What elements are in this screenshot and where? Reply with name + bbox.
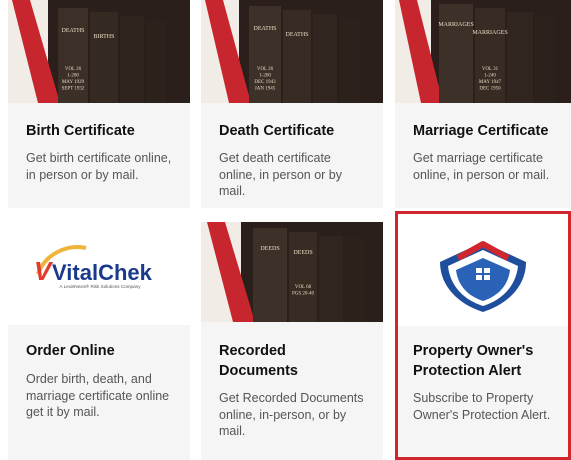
- book-label: MARRIAGES: [472, 30, 507, 36]
- vitalchek-logo-subtext: A LexisNexis® Risk Solutions Company: [59, 283, 141, 289]
- card-title: Order Online: [26, 343, 115, 359]
- book-label: MARRIAGES: [438, 22, 473, 28]
- card-title: Property Owner's Protection Alert: [413, 343, 534, 379]
- book-label: DEATHS: [61, 28, 84, 34]
- vitalchek-v: V: [34, 256, 54, 286]
- protection-shield-logo-area: [398, 214, 568, 326]
- card-title: Recorded Documents: [219, 343, 298, 379]
- vitalchek-logo-area: V VitalChek A LexisNexis® Risk Solutions…: [8, 222, 190, 325]
- card-description: Get marriage certificate online, in pers…: [413, 151, 550, 182]
- birth-records-books-image: DEATHS BIRTHS VOL 26 1-200 MAY 1929 SEPT 19…: [8, 0, 190, 103]
- recorded-documents-card[interactable]: DEEDS DEEDS VOL 68 PGS 20-40 Recorded Doc…: [201, 222, 383, 460]
- vitalchek-logo-text: VitalChek: [52, 260, 153, 285]
- death-records-books-image: DEATHS DEATHS VOL 26 1-200 DEC 1943 JAN 194…: [201, 0, 383, 103]
- card-title: Birth Certificate: [26, 123, 135, 139]
- book-label: DEATHS: [253, 26, 276, 32]
- card-description: Order birth, death, and marriage certifi…: [26, 372, 170, 419]
- card-description: Subscribe to Property Owner's Protection…: [413, 391, 551, 422]
- order-online-card[interactable]: V VitalChek A LexisNexis® Risk Solutions…: [8, 222, 190, 460]
- book-label: DEATHS: [285, 32, 308, 38]
- marriage-records-books-image: MARRIAGES MARRIAGES VOL 31 1-240 MAY 1947 D…: [395, 0, 571, 103]
- card-description: Get birth certificate online, in person …: [26, 151, 172, 182]
- property-owner-protection-alert-card[interactable]: Property Owner's Protection Alert Subscr…: [395, 211, 571, 460]
- card-title: Death Certificate: [219, 123, 335, 139]
- card-description: Get death certificate online, in person …: [219, 151, 342, 198]
- volume-label: VOL 26 1-200 DEC 1943 JAN 1945: [254, 67, 276, 92]
- book-label: DEEDS: [260, 246, 279, 252]
- birth-certificate-card[interactable]: DEATHS BIRTHS VOL 26 1-200 MAY 1929 SEPT 19…: [8, 0, 190, 208]
- volume-label: VOL 68 PGS 20-40: [292, 285, 315, 297]
- house-shield-icon: [440, 241, 526, 312]
- death-certificate-card[interactable]: DEATHS DEATHS VOL 26 1-200 DEC 1943 JAN 194…: [201, 0, 383, 208]
- card-description: Get Recorded Documents online, in-person…: [219, 391, 364, 438]
- card-title: Marriage Certificate: [413, 123, 549, 139]
- marriage-certificate-card[interactable]: MARRIAGES MARRIAGES VOL 31 1-240 MAY 1947 D…: [395, 0, 571, 208]
- book-label: BIRTHS: [94, 34, 115, 40]
- book-label: DEEDS: [293, 250, 312, 256]
- service-card-grid: DEATHS BIRTHS VOL 26 1-200 MAY 1929 SEPT 19…: [0, 0, 571, 460]
- deed-books-image: DEEDS DEEDS VOL 68 PGS 20-40: [201, 222, 383, 322]
